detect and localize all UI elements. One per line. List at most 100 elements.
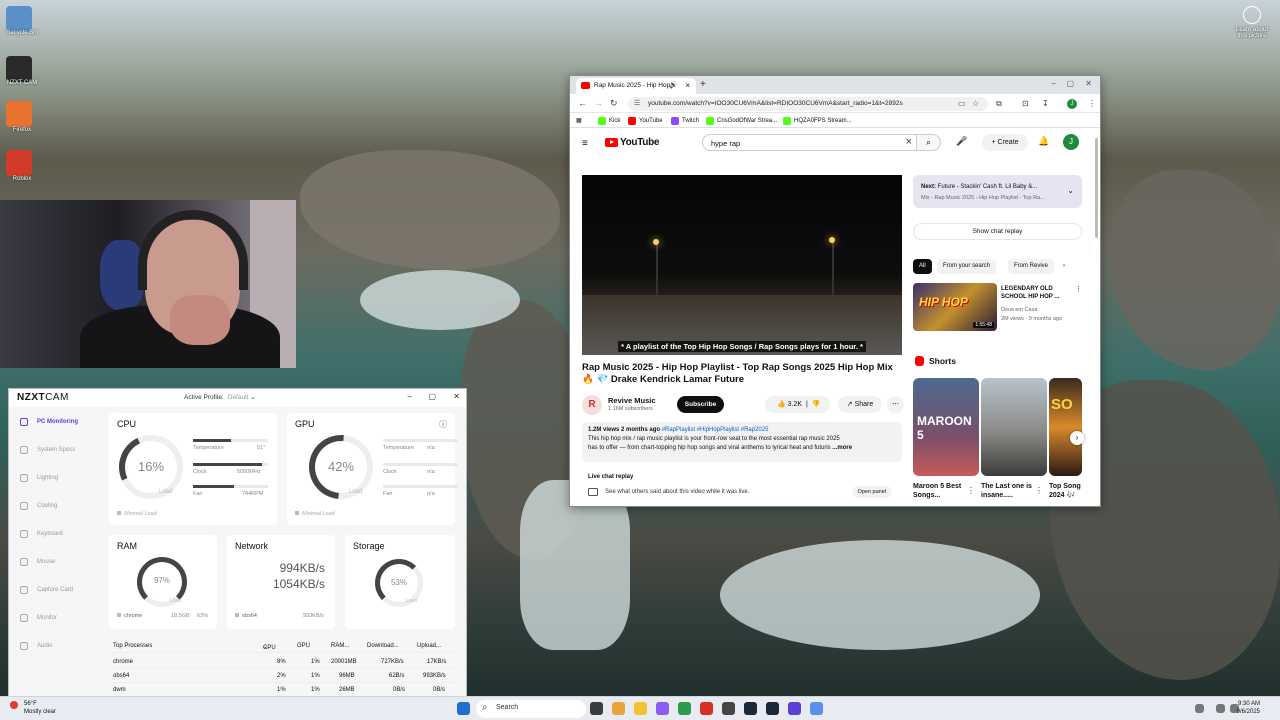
epic-games-icon[interactable] xyxy=(722,702,735,715)
open-panel-button[interactable]: Open panel xyxy=(851,486,892,498)
video-thumbnail[interactable]: HIP HOP 1:55:48 xyxy=(913,283,997,331)
gpu-card[interactable]: GPU ⓘ 42% Load Temperature n/a Clock n/a F… xyxy=(287,413,458,525)
like-button[interactable]: 👍 3.2K | 👎 xyxy=(765,396,830,413)
kebab-menu-icon[interactable]: ⋮ xyxy=(967,486,975,495)
bookmark-hqza0fps[interactable]: HQZA0FPS Stream... xyxy=(783,117,852,125)
system-clock[interactable]: 9:30 AM 9/6/2025 xyxy=(1237,700,1260,716)
hamburger-menu-icon[interactable]: ≡ xyxy=(582,138,588,149)
microphone-icon[interactable]: 🎤 xyxy=(956,136,967,147)
discord-icon[interactable] xyxy=(810,702,823,715)
profile-avatar[interactable]: J xyxy=(1067,99,1077,109)
clear-search-icon[interactable]: × xyxy=(906,136,912,148)
sidebar-item-system-specs[interactable]: System Specs xyxy=(15,443,99,457)
bookmark-twitch[interactable]: Twitch xyxy=(671,117,699,125)
sidebar-item-lighting[interactable]: Lighting xyxy=(15,471,99,485)
create-button[interactable]: + Create xyxy=(982,134,1028,151)
video-player[interactable]: * A playlist of the Top Hip Hop Songs / … xyxy=(582,175,902,355)
downloads-icon[interactable]: ↧ xyxy=(1042,99,1049,108)
search-button[interactable]: ⌕ xyxy=(917,134,941,151)
show-more-link[interactable]: ...more xyxy=(832,445,852,451)
kebab-menu-icon[interactable]: ⋮ xyxy=(1035,486,1043,495)
menu-icon[interactable]: ⋮ xyxy=(1088,99,1096,108)
roblox-icon[interactable] xyxy=(6,150,32,176)
network-icon[interactable] xyxy=(1216,704,1225,713)
steam-icon[interactable] xyxy=(744,702,757,715)
subscribe-button[interactable]: Subscribe xyxy=(677,396,724,413)
short-thumbnail[interactable] xyxy=(981,378,1047,476)
forward-icon[interactable]: → xyxy=(594,98,603,108)
app-icon[interactable] xyxy=(700,702,713,715)
youtube-logo[interactable]: YouTube xyxy=(605,137,660,148)
nzxt-cam-shortcut-icon[interactable] xyxy=(6,56,32,82)
next-up-card[interactable]: Next: Future - Stackin' Cash ft. Lil Bab… xyxy=(913,175,1082,208)
maximize-icon[interactable]: ▢ xyxy=(428,392,436,401)
weather-widget[interactable]: 56°F Mostly clear xyxy=(10,700,56,716)
network-card[interactable]: Network 994KB/s 1054KB/s obs64 993KB/s xyxy=(227,535,335,629)
excel-icon[interactable] xyxy=(678,702,691,715)
chevron-right-icon[interactable]: › xyxy=(1063,259,1065,274)
bookmark-crisgodofwar[interactable]: CrisGodOfWar Strea... xyxy=(706,117,777,125)
kebab-menu-icon[interactable]: ⋮ xyxy=(1075,285,1082,293)
cast-icon[interactable]: ▭ xyxy=(958,99,966,108)
channel-avatar[interactable]: R xyxy=(582,395,602,415)
extensions-icon[interactable]: ⧉ xyxy=(996,99,1002,109)
notifications-bell-icon[interactable]: 🔔 xyxy=(1038,136,1049,147)
firefox-icon[interactable] xyxy=(6,101,32,127)
chrome-icon[interactable] xyxy=(612,702,625,715)
tray-chevron-icon[interactable] xyxy=(1195,704,1204,713)
bookmark-kick[interactable]: Kick xyxy=(598,117,620,125)
short-thumbnail[interactable]: SO xyxy=(1049,378,1082,476)
recycle-bin-icon[interactable] xyxy=(6,6,32,32)
cpu-card[interactable]: CPU 16% Load Temperature 51° Clock 5050MHz… xyxy=(109,413,277,525)
more-actions-icon[interactable]: ⋯ xyxy=(887,396,904,413)
chip-all[interactable]: All xyxy=(913,259,932,274)
file-explorer-icon[interactable] xyxy=(634,702,647,715)
sidebar-item-capture-card[interactable]: Capture Card xyxy=(15,583,99,597)
show-chat-replay-button[interactable]: Show chat replay xyxy=(913,223,1082,240)
storage-card[interactable]: Storage 53% Load xyxy=(345,535,455,629)
minimize-icon[interactable]: – xyxy=(1052,79,1056,88)
youtube-avatar[interactable]: J xyxy=(1063,134,1079,150)
address-bar[interactable]: ☰ youtube.com/watch?v=IOO30CU6VmA&list=R… xyxy=(628,97,988,111)
table-row[interactable]: chrome 8% 1% 20001MB 727KB/s 17KB/s xyxy=(111,657,461,669)
recommended-video[interactable]: HIP HOP 1:55:48 LEGENDARY OLD SCHOOL HIP… xyxy=(913,283,1082,333)
chevron-right-icon[interactable]: › xyxy=(1070,431,1084,445)
back-icon[interactable]: ← xyxy=(578,98,587,108)
share-button[interactable]: ↗ Share xyxy=(838,396,882,413)
app-icon[interactable] xyxy=(656,702,669,715)
sidebar-item-mouse[interactable]: Mouse xyxy=(15,555,99,569)
table-row[interactable]: obs64 2% 1% 96MB 62B/s 993KB/s xyxy=(111,671,461,683)
sidebar-item-cooling[interactable]: Cooling xyxy=(15,499,99,513)
new-tab-icon[interactable]: + xyxy=(700,79,706,90)
ram-card[interactable]: RAM 97% Load chrome 19.5GB 63% xyxy=(109,535,217,629)
bookmark-star-icon[interactable]: ☆ xyxy=(972,99,979,108)
start-button-icon[interactable] xyxy=(457,702,470,715)
close-window-icon[interactable]: ✕ xyxy=(453,392,460,401)
minimize-icon[interactable]: – xyxy=(408,392,412,401)
speaker-icon[interactable]: 🔊 xyxy=(669,81,678,89)
close-window-icon[interactable]: ✕ xyxy=(1085,79,1092,88)
browser-tab[interactable]: Rap Music 2025 - Hip Hop 🔊 × xyxy=(576,78,696,94)
task-view-icon[interactable] xyxy=(590,702,603,715)
channel-name[interactable]: Revive Music xyxy=(608,396,656,405)
page-scrollbar[interactable] xyxy=(1095,138,1098,238)
sort-cpu-header[interactable]: CPU ⌄ xyxy=(263,643,276,651)
reload-icon[interactable]: ↻ xyxy=(610,98,618,109)
split-view-icon[interactable]: ⊡ xyxy=(1022,99,1029,108)
chip-from-revive[interactable]: From Revive xyxy=(1008,259,1055,274)
sidebar-item-audio[interactable]: Audio xyxy=(15,639,99,653)
sidebar-item-monitor[interactable]: Monitor xyxy=(15,611,99,625)
steam-icon[interactable] xyxy=(766,702,779,715)
apps-icon[interactable]: ▦ xyxy=(576,117,582,124)
maximize-icon[interactable]: ▢ xyxy=(1066,79,1074,88)
learn-about-picture[interactable]: Learn about this picture xyxy=(1232,6,1272,39)
active-profile-select[interactable]: Active Profile: Default ⌄ xyxy=(184,393,256,401)
nzxt-cam-icon[interactable] xyxy=(788,702,801,715)
video-description[interactable]: 1.2M views 2 months ago #RapPlaylist #Hi… xyxy=(582,422,902,462)
search-input[interactable]: hype rap × xyxy=(702,134,917,151)
bookmark-youtube[interactable]: YouTube xyxy=(628,117,663,125)
taskbar-search[interactable]: Search xyxy=(476,700,586,718)
sidebar-item-keyboard[interactable]: Keyboard xyxy=(15,527,99,541)
short-thumbnail[interactable]: MAROON 5 xyxy=(913,378,979,476)
chip-from-search[interactable]: From your search xyxy=(937,259,997,274)
